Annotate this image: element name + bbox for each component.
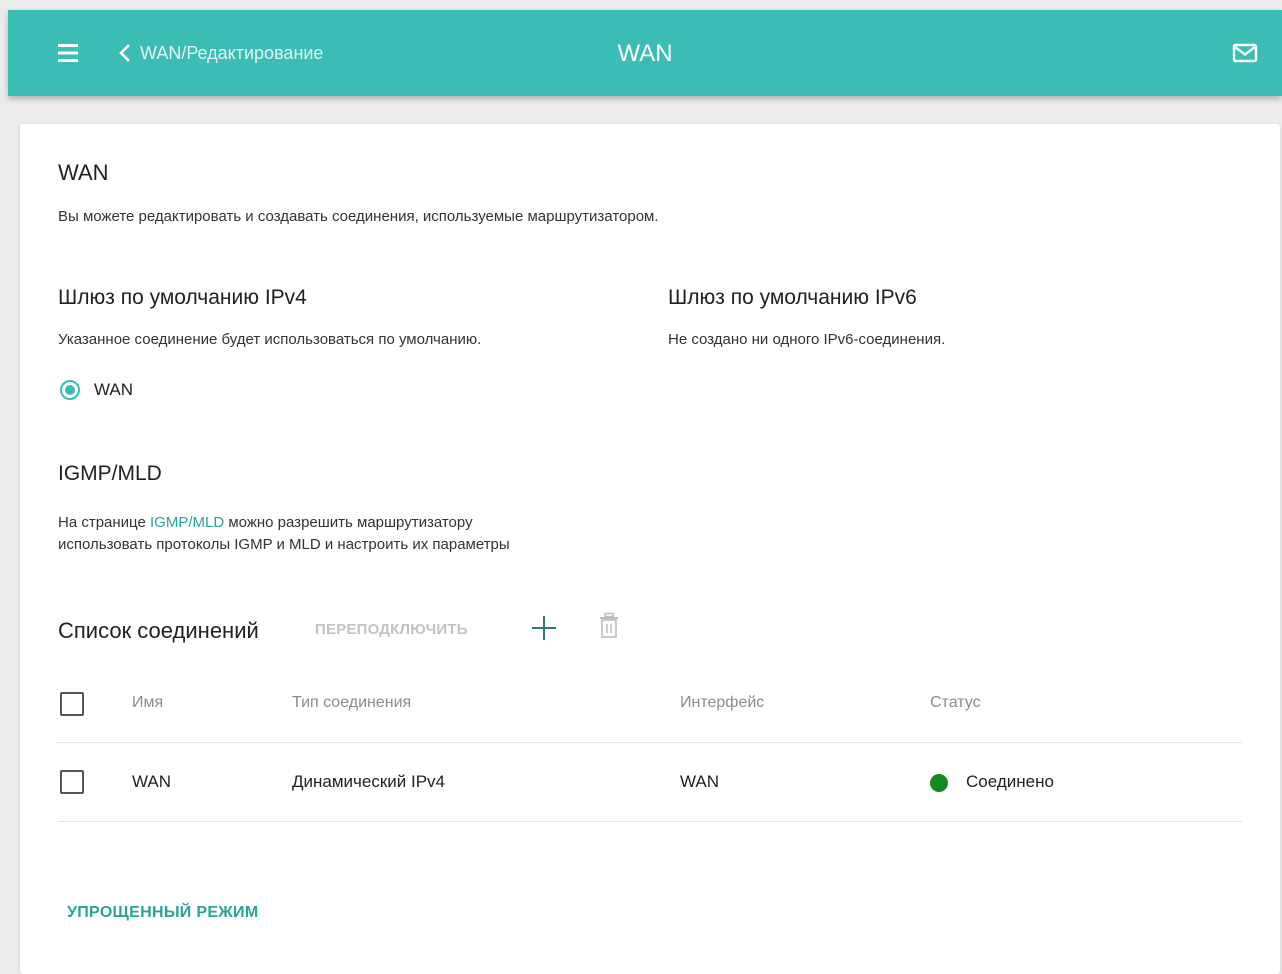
igmp-link[interactable]: IGMP/MLD <box>150 514 224 531</box>
section-title: WAN <box>58 160 109 185</box>
igmp-text-after: можно разрешить маршрутизатору <box>224 514 473 531</box>
gateway-ipv6-description: Не создано ни одного IPv6-соединения. <box>668 331 946 348</box>
reconnect-button[interactable]: ПЕРЕПОДКЛЮЧИТЬ <box>315 621 468 638</box>
cell-type: Динамический IPv4 <box>292 772 446 791</box>
plus-icon[interactable] <box>530 614 558 642</box>
igmp-description: На странице IGMP/MLD можно разрешить мар… <box>58 512 658 556</box>
column-header-type: Тип соединения <box>292 694 412 711</box>
gateway-ipv4-title: Шлюз по умолчанию IPv4 <box>58 286 307 309</box>
connections-title: Список соединений <box>58 618 259 643</box>
page-title: WAN <box>617 40 673 67</box>
gateway-ipv4-option-label[interactable]: WAN <box>94 380 133 400</box>
row-checkbox[interactable] <box>60 770 84 794</box>
column-header-status: Статус <box>930 694 981 711</box>
gateway-ipv4-description: Указанное соединение будет использоватьс… <box>58 331 482 348</box>
content-card: WAN Вы можете редактировать и создавать … <box>20 124 1280 974</box>
cell-status: Соединено <box>966 772 1054 791</box>
table-divider <box>58 821 1242 822</box>
gateway-ipv4-radio[interactable] <box>60 380 80 400</box>
status-indicator <box>930 774 948 792</box>
igmp-title: IGMP/MLD <box>58 462 162 485</box>
igmp-text-before: На странице <box>58 514 150 531</box>
mail-icon[interactable] <box>1232 42 1258 64</box>
cell-name: WAN <box>132 772 172 791</box>
section-description: Вы можете редактировать и создавать соед… <box>58 208 659 225</box>
select-all-checkbox[interactable] <box>60 692 84 716</box>
top-bar: WAN/Редактирование WAN <box>8 10 1282 96</box>
column-header-name: Имя <box>132 694 164 711</box>
table-row[interactable]: WAN Динамический IPv4 WAN Соединено <box>20 743 1280 821</box>
cell-interface: WAN <box>680 772 720 791</box>
column-header-interface: Интерфейс <box>680 694 765 711</box>
gateway-ipv6-title: Шлюз по умолчанию IPv6 <box>668 286 917 309</box>
igmp-text-line2: использовать протоколы IGMP и MLD и наст… <box>58 536 510 553</box>
trash-icon[interactable] <box>599 612 619 640</box>
simple-mode-button[interactable]: УПРОЩЕННЫЙ РЕЖИМ <box>67 904 259 922</box>
